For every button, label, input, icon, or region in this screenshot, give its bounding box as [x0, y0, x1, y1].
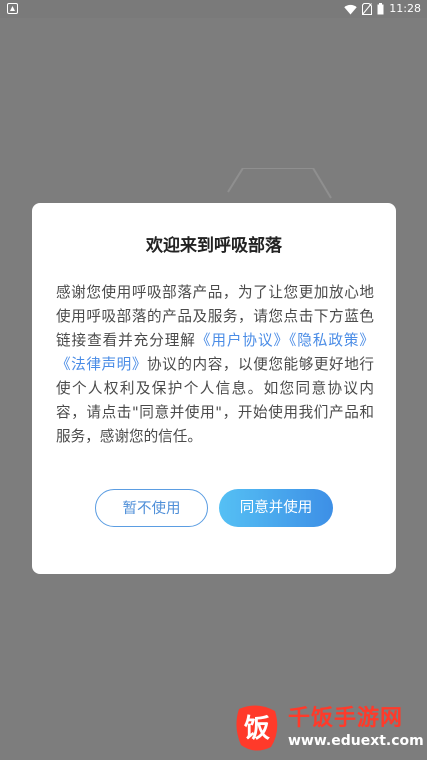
watermark-name: 千饭手游网	[288, 706, 404, 731]
privacy-consent-dialog: 欢迎来到呼吸部落 感谢您使用呼吸部落产品，为了让您更加放心地使用呼吸部落的产品及…	[32, 203, 396, 574]
status-time: 11:28	[389, 2, 421, 15]
app-notification-icon	[7, 3, 18, 14]
legal-statement-link[interactable]: 《法律声明》	[56, 356, 147, 373]
app-screen: 11:28 欢迎来到呼吸部落 感谢您使用呼吸部落产品，为了让您更加放心地使用呼吸…	[0, 0, 427, 760]
watermark-logo: 饭	[236, 705, 278, 751]
dialog-body-text: 感谢您使用呼吸部落产品，为了让您更加放心地使用呼吸部落的产品及服务，请您点击下方…	[56, 281, 374, 449]
battery-icon	[377, 3, 384, 15]
watermark-url: www.eduext.com	[288, 733, 424, 749]
no-sim-icon	[362, 3, 373, 15]
privacy-policy-link[interactable]: 《隐私政策》	[289, 332, 374, 349]
watermark-logo-glyph: 饭	[244, 714, 270, 744]
dialog-title: 欢迎来到呼吸部落	[146, 236, 282, 256]
status-icons: 11:28	[344, 1, 421, 17]
agree-and-use-button[interactable]: 同意并使用	[219, 489, 333, 527]
wifi-icon	[344, 4, 357, 14]
decline-button[interactable]: 暂不使用	[95, 489, 208, 527]
status-bar: 11:28	[0, 0, 427, 18]
site-watermark: 饭 千饭手游网 www.eduext.com	[230, 700, 424, 756]
user-agreement-link[interactable]: 《用户协议》	[196, 332, 289, 349]
